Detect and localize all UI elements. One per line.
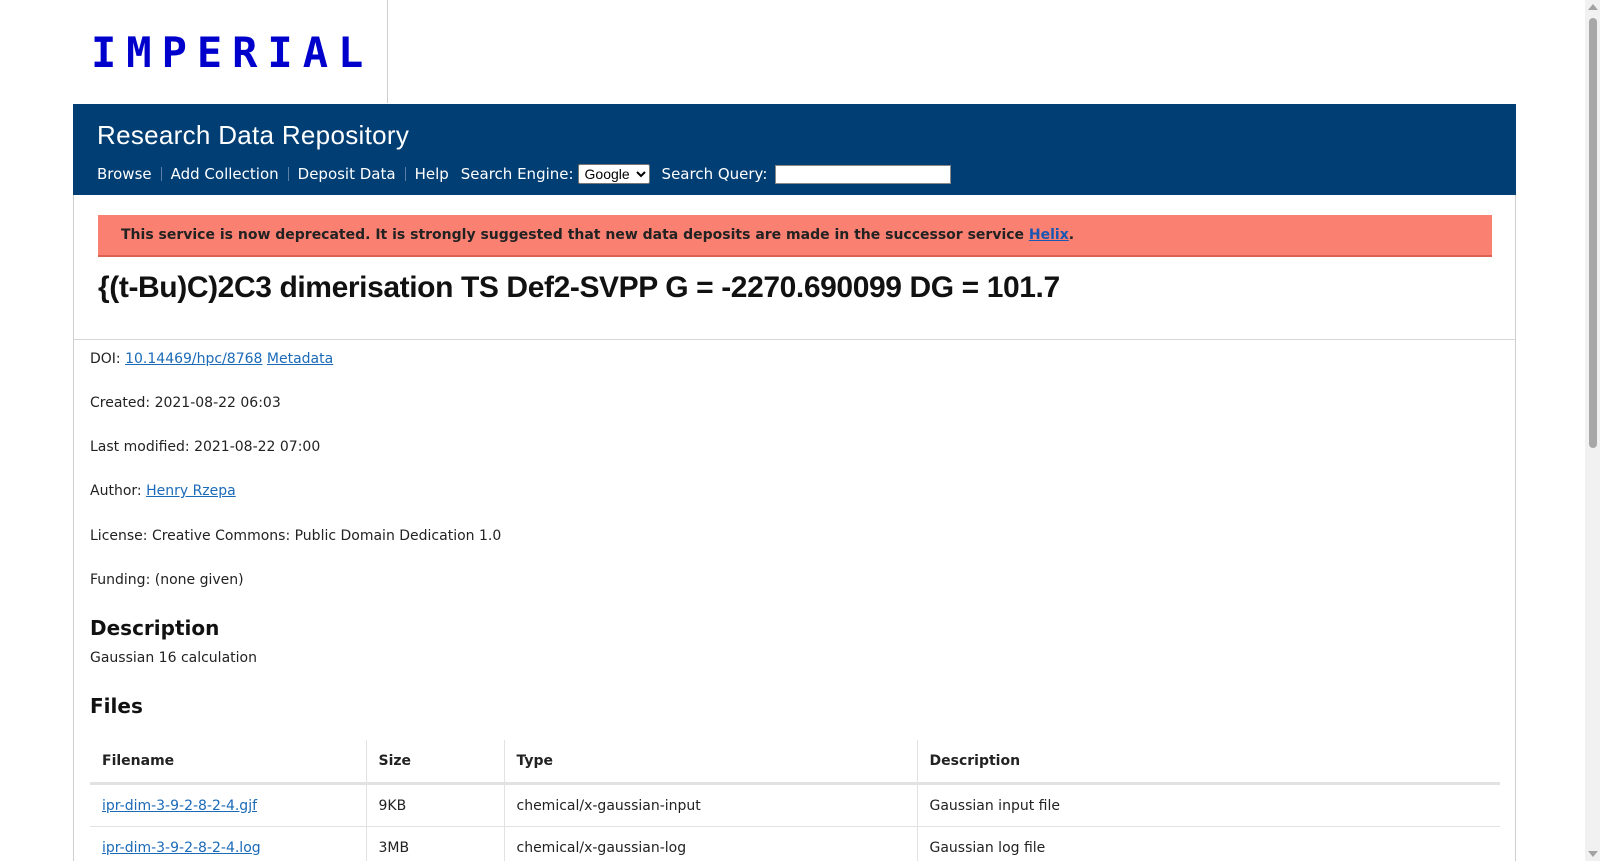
doi-line: DOI: 10.14469/hpc/8768 Metadata xyxy=(90,351,333,367)
doi-link[interactable]: 10.14469/hpc/8768 xyxy=(125,351,262,367)
nav-separator xyxy=(404,167,406,181)
alert-text: This service is now deprecated. It is st… xyxy=(121,227,1029,243)
scroll-down-arrow-icon[interactable] xyxy=(1588,851,1598,857)
column-header-size: Size xyxy=(365,740,504,785)
column-header-type: Type xyxy=(503,740,917,785)
created-date: Created: 2021-08-22 06:03 xyxy=(90,395,281,411)
deprecation-alert: This service is now deprecated. It is st… xyxy=(98,215,1492,257)
description-text: Gaussian 16 calculation xyxy=(90,650,257,666)
nav-deposit-data[interactable]: Deposit Data xyxy=(298,165,396,183)
vertical-scrollbar[interactable] xyxy=(1585,0,1600,861)
search-engine-select[interactable]: Google xyxy=(577,164,650,184)
author-label: Author: xyxy=(90,483,142,499)
file-description-cell: Gaussian input file xyxy=(916,783,1500,827)
column-header-filename: Filename xyxy=(90,740,366,785)
page-title: {(t-Bu)C)2C3 dimerisation TS Def2-SVPP G… xyxy=(98,271,1060,304)
search-query-input[interactable] xyxy=(775,164,952,184)
page: IMPERIAL Research Data Repository Browse… xyxy=(0,0,1585,861)
nav-separator xyxy=(160,167,162,181)
logo-area: IMPERIAL xyxy=(73,0,388,103)
file-link[interactable]: ipr-dim-3-9-2-8-2-4.gjf xyxy=(102,798,257,814)
license-line: License: Creative Commons: Public Domain… xyxy=(90,528,502,544)
nav-add-collection[interactable]: Add Collection xyxy=(171,165,279,183)
table-header-row: Filename Size Type Description xyxy=(90,740,1500,785)
alert-suffix: . xyxy=(1068,227,1075,243)
search-engine-label: Search Engine: xyxy=(460,165,574,183)
file-type-cell: chemical/x-gaussian-input xyxy=(503,783,917,827)
column-header-description: Description xyxy=(916,740,1500,785)
funding-line: Funding: (none given) xyxy=(90,572,244,588)
file-size-cell: 9KB xyxy=(365,783,504,827)
files-table: Filename Size Type Description ipr-dim-3… xyxy=(90,740,1500,861)
file-size-cell: 3MB xyxy=(365,826,504,861)
imperial-logo[interactable]: IMPERIAL xyxy=(91,28,373,77)
doi-label: DOI: xyxy=(90,351,121,367)
file-name-cell: ipr-dim-3-9-2-8-2-4.log xyxy=(90,826,366,861)
modified-date: Last modified: 2021-08-22 07:00 xyxy=(90,439,321,455)
author-line: Author: Henry Rzepa xyxy=(90,483,236,499)
file-type-cell: chemical/x-gaussian-log xyxy=(503,826,917,861)
site-title[interactable]: Research Data Repository xyxy=(97,120,409,151)
table-row: ipr-dim-3-9-2-8-2-4.log 3MB chemical/x-g… xyxy=(90,826,1500,861)
nav-separator xyxy=(287,167,289,181)
divider xyxy=(74,339,1515,340)
file-link[interactable]: ipr-dim-3-9-2-8-2-4.log xyxy=(102,840,261,856)
scroll-up-arrow-icon[interactable] xyxy=(1588,4,1598,10)
nav-browse[interactable]: Browse xyxy=(97,165,152,183)
description-heading: Description xyxy=(90,616,220,640)
helix-link[interactable]: Helix xyxy=(1029,227,1069,243)
author-link[interactable]: Henry Rzepa xyxy=(146,483,236,499)
main-nav: Browse Add Collection Deposit Data Help … xyxy=(97,164,952,184)
table-row: ipr-dim-3-9-2-8-2-4.gjf 9KB chemical/x-g… xyxy=(90,783,1500,827)
file-description-cell: Gaussian log file xyxy=(916,826,1500,861)
site-banner: Research Data Repository Browse Add Coll… xyxy=(73,104,1516,195)
files-heading: Files xyxy=(90,694,143,718)
scrollbar-thumb[interactable] xyxy=(1589,18,1597,448)
nav-help[interactable]: Help xyxy=(415,165,449,183)
search-query-label: Search Query: xyxy=(661,165,768,183)
file-name-cell: ipr-dim-3-9-2-8-2-4.gjf xyxy=(90,783,366,827)
content-container: This service is now deprecated. It is st… xyxy=(73,195,1516,861)
metadata-link[interactable]: Metadata xyxy=(267,351,333,367)
